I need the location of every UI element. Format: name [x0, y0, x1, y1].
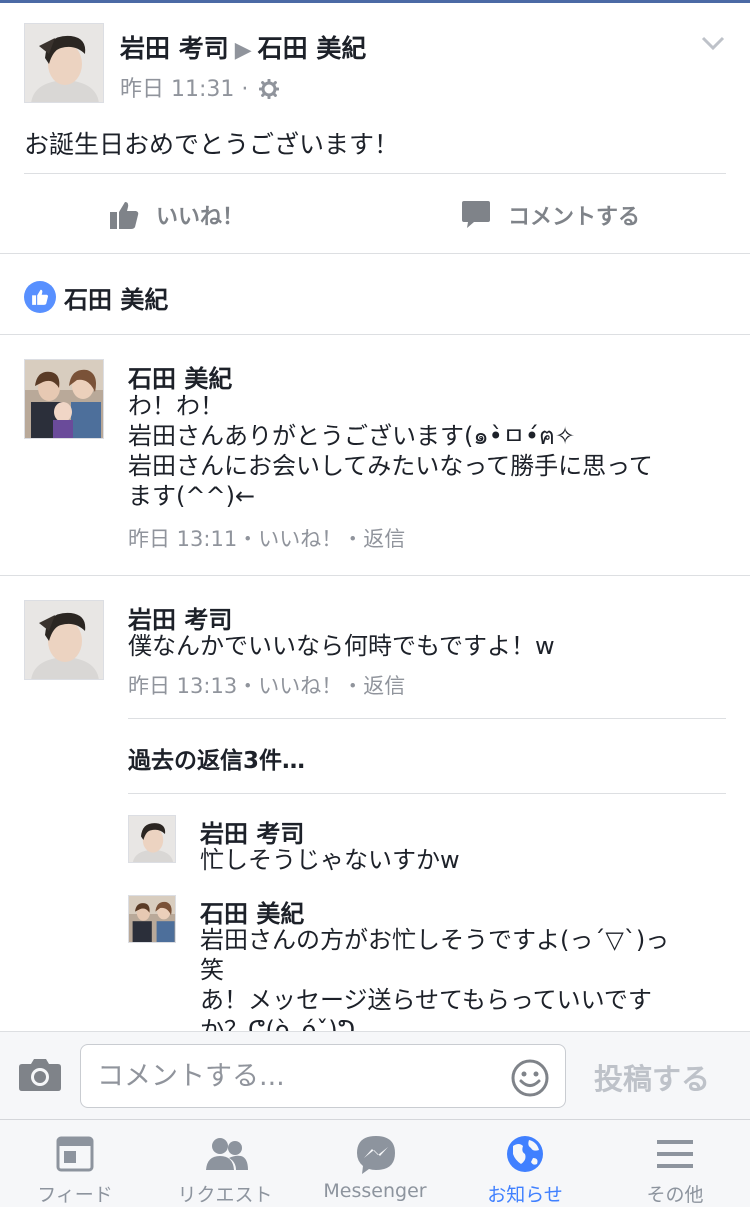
divider — [0, 253, 750, 254]
comment-button-label: コメントする — [508, 205, 641, 230]
reply-avatar[interactable] — [128, 815, 176, 863]
divider — [0, 575, 750, 576]
friend-requests-icon — [206, 1138, 248, 1170]
post-author-avatar[interactable] — [24, 23, 104, 103]
sticker-smiley-icon[interactable] — [510, 1058, 550, 1098]
tab-label: その他 — [646, 1184, 704, 1206]
commenter-avatar[interactable] — [24, 600, 104, 680]
comment-meta[interactable]: 昨日 13:11・いいね！・返信 — [128, 523, 405, 553]
tab-friend-requests[interactable]: リクエスト — [150, 1120, 300, 1207]
tab-more[interactable]: その他 — [600, 1120, 750, 1207]
feed-icon — [56, 1136, 94, 1172]
reply-text: 岩田さんの方がお忙しそうですよ(っ´▽`)っ 笑 あ！メッセージ送らせてもらって… — [200, 926, 670, 1031]
divider — [128, 718, 726, 719]
comment-composer: 投稿する — [0, 1031, 750, 1119]
likes-summary[interactable]: 石田 美紀 — [24, 279, 168, 315]
thumbs-up-icon — [110, 202, 139, 229]
tab-label: リクエスト — [177, 1184, 273, 1206]
like-button-label: いいね！ — [156, 205, 245, 230]
post-target-name[interactable]: 石田 美紀 — [258, 34, 367, 63]
comment-text: 僕なんかでいいなら何時でもですよ！w — [128, 632, 555, 660]
post-author-name[interactable]: 岩田 考司 — [120, 34, 229, 63]
reply-author-name[interactable]: 岩田 考司 — [200, 814, 304, 849]
post-arrow-icon: ▶ — [234, 38, 252, 63]
menu-icon — [657, 1140, 693, 1168]
post-author-line: 岩田 考司 ▶ 石田 美紀 — [120, 29, 366, 65]
comment-meta[interactable]: 昨日 13:13・いいね！・返信 — [128, 670, 405, 700]
post-detail-scroll[interactable]: 岩田 考司▶石田 美紀 昨日 11:31 · お誕生日おめでとうございます！ — [0, 3, 750, 1031]
tab-label: フィード — [37, 1184, 113, 1206]
tab-messenger[interactable]: Messenger — [300, 1120, 450, 1207]
reply-author-name[interactable]: 石田 美紀 — [200, 894, 304, 929]
tab-label: お知らせ — [487, 1184, 563, 1206]
comment-bubble-icon — [462, 201, 490, 228]
tab-label: Messenger — [323, 1180, 427, 1202]
view-previous-replies-link[interactable]: 過去の返信3件… — [128, 741, 305, 775]
post-text: お誕生日おめでとうございます！ — [24, 130, 400, 159]
meta-separator: · — [241, 77, 249, 102]
chevron-down-icon[interactable] — [700, 33, 726, 53]
globe-icon — [507, 1136, 543, 1172]
like-badge-icon — [24, 281, 56, 313]
post-timestamp[interactable]: 昨日 11:31 — [120, 77, 234, 102]
tab-notifications[interactable]: お知らせ — [450, 1120, 600, 1207]
post-actions: いいね！ コメントする — [0, 175, 750, 255]
comment-author-name[interactable]: 石田 美紀 — [128, 359, 232, 394]
post-comment-button[interactable]: 投稿する — [594, 1056, 710, 1098]
commenter-avatar[interactable] — [24, 359, 104, 439]
post-header: 岩田 考司 ▶ 石田 美紀 昨日 11:31 · — [24, 23, 726, 105]
comment-text: わ！わ！ 岩田さんありがとうございます(๑•̀ㅁ•́ฅ✧ 岩田さんにお会いしてみ… — [128, 392, 653, 510]
bottom-tab-bar: フィード リクエスト Messenger お知らせ その他 — [0, 1119, 750, 1207]
comment-author-name[interactable]: 岩田 考司 — [128, 600, 232, 635]
reply-avatar[interactable] — [128, 895, 176, 943]
divider — [0, 334, 750, 335]
reply-text: 忙しそうじゃないすかw — [200, 846, 460, 874]
divider — [24, 173, 726, 174]
comment-input[interactable] — [80, 1044, 566, 1108]
like-button[interactable]: いいね！ — [108, 175, 244, 255]
privacy-gear-icon[interactable] — [259, 79, 280, 99]
liked-by-name: 石田 美紀 — [64, 285, 169, 314]
tab-feed[interactable]: フィード — [0, 1120, 150, 1207]
messenger-icon — [357, 1136, 395, 1174]
post-meta: 昨日 11:31 · — [120, 71, 280, 103]
comment-button[interactable]: コメントする — [460, 175, 640, 255]
divider — [128, 793, 726, 794]
camera-icon[interactable] — [18, 1056, 62, 1092]
